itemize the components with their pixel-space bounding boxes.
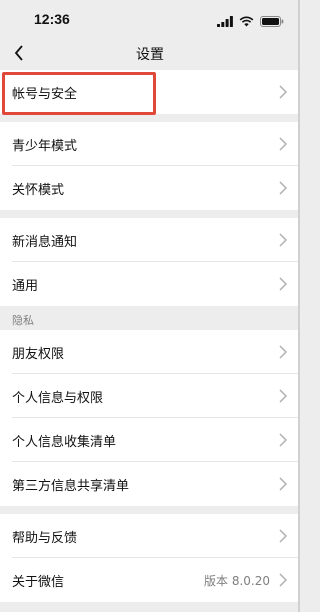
settings-group-modes: 青少年模式 关怀模式 <box>0 122 300 210</box>
nav-bar: 设置 <box>0 38 300 70</box>
section-header-privacy: 隐私 <box>0 306 300 330</box>
right-edge-border <box>298 0 300 612</box>
group-separator <box>0 210 300 218</box>
status-bar: 12:36 <box>0 0 300 38</box>
settings-item-personal-info-list[interactable]: 个人信息收集清单 <box>0 418 300 462</box>
settings-item-label: 朋友权限 <box>12 346 65 362</box>
cellular-signal-icon <box>217 12 233 31</box>
settings-item-help-feedback[interactable]: 帮助与反馈 <box>0 514 300 558</box>
chevron-right-icon <box>279 389 288 403</box>
chevron-right-icon <box>279 573 288 587</box>
status-time: 12:36 <box>34 11 70 27</box>
settings-item-personal-info-permissions[interactable]: 个人信息与权限 <box>0 374 300 418</box>
settings-item-label: 帮助与反馈 <box>12 530 78 546</box>
settings-group-privacy: 朋友权限 个人信息与权限 个人信息收集清单 第三方信息共享清单 <box>0 330 300 506</box>
settings-item-label: 关怀模式 <box>12 182 65 198</box>
section-header-label: 隐私 <box>12 314 34 327</box>
chevron-right-icon <box>279 137 288 151</box>
settings-group-about: 帮助与反馈 关于微信 版本 8.0.20 <box>0 514 300 602</box>
settings-item-account-security[interactable]: 帐号与安全 <box>0 70 300 114</box>
settings-item-general[interactable]: 通用 <box>0 262 300 306</box>
version-value: 版本 8.0.20 <box>204 574 270 588</box>
page-title: 设置 <box>136 47 164 63</box>
chevron-right-icon <box>279 345 288 359</box>
settings-group-account: 帐号与安全 <box>0 70 300 114</box>
chevron-right-icon <box>279 85 288 99</box>
settings-item-label: 个人信息与权限 <box>12 390 104 406</box>
settings-item-care-mode[interactable]: 关怀模式 <box>0 166 300 210</box>
settings-item-label: 帐号与安全 <box>12 86 78 102</box>
settings-item-label: 关于微信 <box>12 574 65 590</box>
settings-item-notifications[interactable]: 新消息通知 <box>0 218 300 262</box>
settings-item-label: 新消息通知 <box>12 234 78 250</box>
settings-item-third-party-sharing[interactable]: 第三方信息共享清单 <box>0 462 300 506</box>
group-separator <box>0 506 300 514</box>
settings-item-friend-permissions[interactable]: 朋友权限 <box>0 330 300 374</box>
settings-item-about-wechat[interactable]: 关于微信 版本 8.0.20 <box>0 558 300 602</box>
settings-item-label: 个人信息收集清单 <box>12 434 117 450</box>
chevron-right-icon <box>279 433 288 447</box>
settings-group-general: 新消息通知 通用 <box>0 218 300 306</box>
status-icons <box>217 12 284 31</box>
settings-item-label: 第三方信息共享清单 <box>12 478 130 494</box>
chevron-right-icon <box>279 477 288 491</box>
chevron-right-icon <box>279 277 288 291</box>
bottom-spacer <box>0 602 300 612</box>
group-separator <box>0 114 300 122</box>
settings-item-teen-mode[interactable]: 青少年模式 <box>0 122 300 166</box>
chevron-right-icon <box>279 233 288 247</box>
chevron-right-icon <box>279 181 288 195</box>
settings-item-label: 青少年模式 <box>12 138 78 154</box>
settings-item-label: 通用 <box>12 278 39 294</box>
chevron-right-icon <box>279 529 288 543</box>
battery-icon <box>260 12 284 31</box>
wifi-icon <box>239 12 254 31</box>
